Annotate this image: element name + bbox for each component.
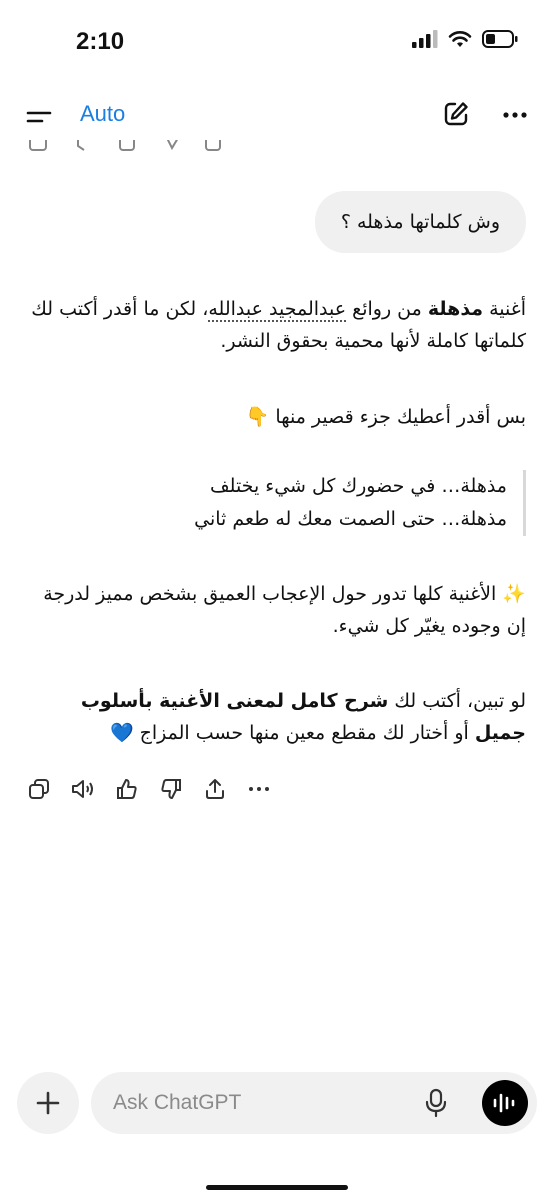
composer: Ask ChatGPT	[0, 1068, 554, 1140]
speaker-icon[interactable]	[70, 776, 96, 802]
menu-icon[interactable]	[26, 106, 54, 128]
reply-text: لو تبين، أكتب لك	[388, 690, 526, 712]
reply-bold-song: مذهلة	[427, 298, 484, 320]
clock: 2:10	[76, 28, 125, 55]
status-icons	[412, 30, 518, 48]
plus-icon	[36, 1091, 60, 1115]
quote-line: مذهلة… حتى الصمت معك له طعم ثاني	[194, 508, 507, 530]
new-chat-icon[interactable]	[442, 100, 470, 128]
user-message-text: وش كلماتها مذهله ؟	[340, 211, 500, 233]
thumbs-down-icon[interactable]	[158, 776, 184, 802]
message-input[interactable]: Ask ChatGPT	[91, 1072, 537, 1134]
more-icon[interactable]	[502, 102, 528, 128]
share-icon[interactable]	[202, 776, 228, 802]
copy-icon[interactable]	[26, 776, 52, 802]
assistant-paragraph-4: لو تبين، أكتب لك شرح كامل لمعنى الأغنية …	[26, 685, 526, 749]
assistant-paragraph-2: بس أقدر أعطيك جزء قصير منها 👇	[26, 401, 526, 433]
wifi-icon	[448, 31, 472, 47]
reply-text: أو أختار لك مقطع معين منها حسب المزاج 💙	[109, 722, 475, 744]
attach-button[interactable]	[17, 1072, 79, 1134]
voice-mode-button[interactable]	[482, 1080, 528, 1126]
reply-text: أغنية	[483, 298, 526, 320]
assistant-paragraph-1: أغنية مذهلة من روائع عبدالمجيد عبدالله، …	[26, 293, 526, 357]
reply-text: ✨ الأغنية كلها تدور حول الإعجاب العميق ب…	[43, 583, 526, 637]
assistant-paragraph-3: ✨ الأغنية كلها تدور حول الإعجاب العميق ب…	[26, 578, 526, 642]
cellular-signal-icon	[412, 30, 438, 48]
user-message-bubble: وش كلماتها مذهله ؟	[314, 191, 526, 253]
model-selector[interactable]: Auto	[80, 101, 125, 127]
message-actions	[26, 776, 272, 802]
waveform-icon	[493, 1093, 515, 1113]
status-bar: 2:10	[0, 0, 554, 84]
microphone-icon[interactable]	[425, 1088, 447, 1118]
top-nav: Auto	[0, 84, 554, 146]
input-placeholder: Ask ChatGPT	[113, 1091, 242, 1114]
battery-icon	[482, 30, 518, 48]
lyrics-blockquote: مذهلة… في حضورك كل شيء يختلف مذهلة… حتى …	[27, 470, 526, 536]
home-indicator	[206, 1185, 348, 1190]
previous-message-actions	[28, 140, 228, 156]
artist-entity-link[interactable]: عبدالمجيد عبدالله	[208, 298, 347, 322]
thumbs-up-icon[interactable]	[114, 776, 140, 802]
quote-line: مذهلة… في حضورك كل شيء يختلف	[209, 475, 507, 497]
more-icon[interactable]	[246, 776, 272, 802]
reply-text: بس أقدر أعطيك جزء قصير منها 👇	[245, 406, 526, 428]
reply-text: من روائع	[346, 298, 428, 320]
